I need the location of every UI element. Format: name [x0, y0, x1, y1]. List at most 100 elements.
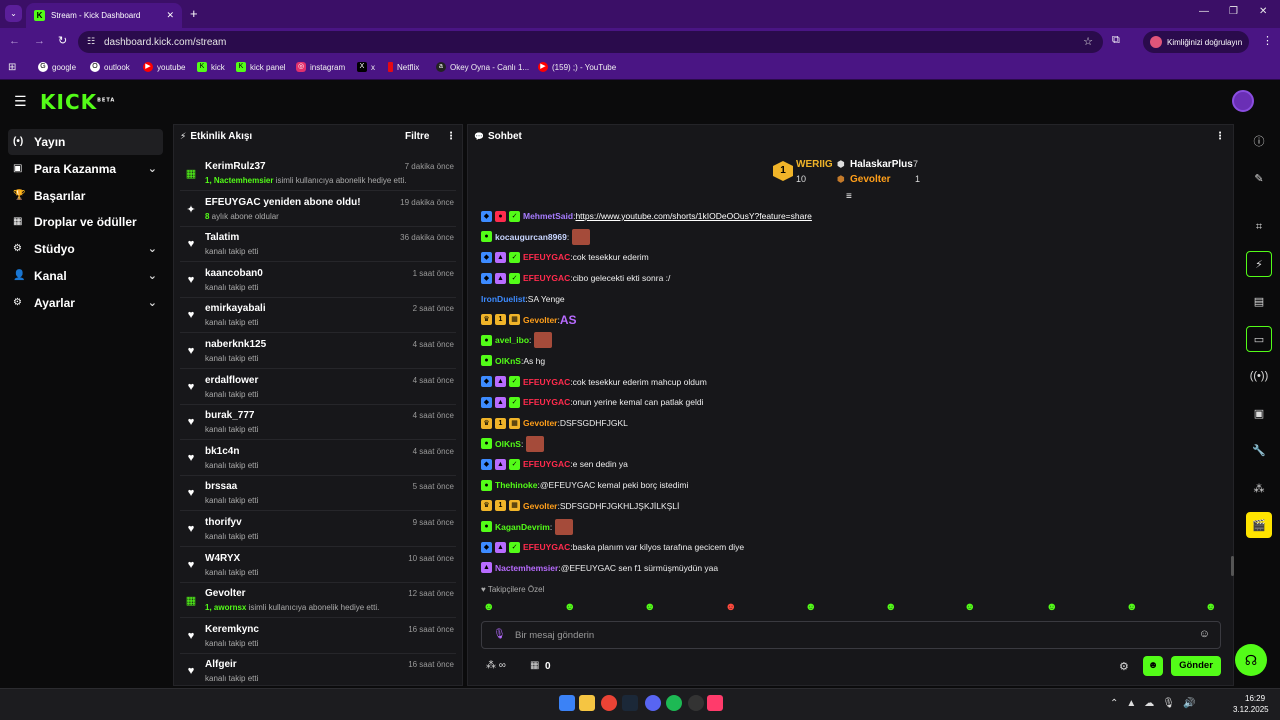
activity-event[interactable]: ▦ Gevolter 1, awornsx isimli kullanıcıya a…: [180, 584, 456, 619]
chat-username[interactable]: EFEUYGAC: [523, 273, 570, 283]
chat-username[interactable]: EFEUYGAC: [523, 377, 570, 387]
chevron-down-icon[interactable]: ⌄: [148, 162, 157, 175]
spotify-icon[interactable]: [666, 695, 682, 711]
activity-event[interactable]: ✦ EFEUYGAC yeniden abone oldu! 8 aylık abo…: [180, 193, 456, 227]
sidebar-item-başarılar[interactable]: 🏆 Başarılar: [8, 183, 163, 209]
tab-search-button[interactable]: ⌄: [5, 5, 22, 22]
new-tab-button[interactable]: +: [190, 6, 198, 21]
activity-event[interactable]: ♥ bk1c4n kanalı takip etti 4 saat önce: [180, 442, 456, 476]
bookmark-kick[interactable]: Kkick: [197, 59, 225, 75]
activity-event[interactable]: ♥ emirkayabali kanalı takip etti 2 saat önc…: [180, 299, 456, 334]
chat-settings-icon[interactable]: ⚙: [1119, 660, 1129, 673]
bookmark-youtube[interactable]: ▶ youtube: [143, 59, 185, 75]
bookmark-kick-panel[interactable]: Kkick panel: [236, 59, 286, 75]
chat-message-link[interactable]: https://www.youtube.com/shorts/1kIODeOOu…: [575, 211, 811, 221]
discord-icon[interactable]: [645, 695, 661, 711]
bookmark-netflix[interactable]: Netflix: [388, 59, 419, 75]
browser-menu-icon[interactable]: ⋮: [1262, 34, 1273, 47]
sidebar-item-kanal[interactable]: 👤 Kanal ⌄: [8, 263, 163, 289]
broadcast-signal-icon[interactable]: ((•)): [1246, 363, 1272, 389]
chat-username[interactable]: Thehinoke: [495, 480, 538, 490]
bookmark-x[interactable]: Xx: [357, 59, 375, 75]
browser-tab[interactable]: K Stream - Kick Dashboard ✕: [26, 3, 182, 28]
activity-event[interactable]: ♥ naberknk125 kanalı takip etti 4 saat önce: [180, 335, 456, 369]
chevron-down-icon[interactable]: ⌄: [148, 242, 157, 255]
store-icon[interactable]: ▦: [530, 660, 539, 671]
chat-toggle-icon[interactable]: ▭: [1246, 326, 1272, 352]
activity-event[interactable]: ♥ thorifyv kanalı takip etti 9 saat önce: [180, 513, 456, 547]
wrench-icon[interactable]: 🔧: [1246, 437, 1272, 463]
maximize-button[interactable]: ❐: [1229, 6, 1238, 17]
chat-input[interactable]: 🎙 Bir mesaj gönderin ☺: [481, 621, 1221, 649]
kick-logo[interactable]: KICKBETA: [40, 90, 115, 114]
kick-emote-button[interactable]: ☻: [1143, 656, 1163, 676]
tray-icons[interactable]: ⌃▲☁🎙🔊: [1110, 698, 1203, 709]
chat-username[interactable]: MehmetSaid: [523, 211, 573, 221]
chat-username[interactable]: EFEUYGAC: [523, 542, 570, 552]
chat-username[interactable]: Gevolter: [523, 418, 558, 428]
support-chat-button[interactable]: ☊: [1235, 644, 1267, 676]
microphone-icon[interactable]: 🎙: [493, 629, 506, 640]
bookmark-star-icon[interactable]: ☆: [1083, 35, 1093, 48]
activity-event[interactable]: ♥ burak_777 kanalı takip etti 4 saat önce: [180, 406, 456, 441]
quick-emote-icon[interactable]: ☻: [1205, 601, 1217, 613]
url-field[interactable]: ☷ dashboard.kick.com/stream ☆: [78, 31, 1103, 53]
bookmark-google[interactable]: Ggoogle: [38, 59, 76, 75]
quick-emote-icon[interactable]: ☻: [725, 601, 737, 613]
bookmark-youtube-video[interactable]: ▶ (159) ;) - YouTube: [538, 59, 616, 75]
mod-tools-icon[interactable]: ▣: [1246, 400, 1272, 426]
quick-emote-icon[interactable]: ☻: [885, 601, 897, 613]
send-button[interactable]: Gönder: [1171, 656, 1221, 676]
chat-username[interactable]: Gevolter: [523, 501, 558, 511]
quick-emote-icon[interactable]: ☻: [964, 601, 976, 613]
leaderboard-expand-icon[interactable]: ≡: [846, 191, 852, 202]
edit-icon[interactable]: ✎: [1246, 165, 1272, 191]
bookmark-outlook[interactable]: Ooutlook: [90, 59, 130, 75]
sidebar-item-para-kazanma[interactable]: ▣ Para Kazanma ⌄: [8, 156, 163, 182]
drops-icon[interactable]: ⁂: [1246, 475, 1272, 501]
user-avatar[interactable]: [1232, 90, 1254, 112]
filter-button[interactable]: Filtre: [405, 131, 429, 142]
activity-menu-icon[interactable]: ⋮: [446, 131, 456, 142]
chat-username[interactable]: OlKnS: [495, 439, 521, 449]
quick-emote-icon[interactable]: ☻: [644, 601, 656, 613]
sidebar-item-ayarlar[interactable]: ⚙ Ayarlar ⌄: [8, 290, 163, 316]
chevron-down-icon[interactable]: ⌄: [148, 296, 157, 309]
steam-icon[interactable]: [622, 695, 638, 711]
chat-username[interactable]: avel_ibo: [495, 335, 529, 345]
sidebar-item-yayın[interactable]: (•) Yayın: [8, 129, 163, 155]
sidebar-item-droplar-ve-ödüller[interactable]: ▦ Droplar ve ödüller: [8, 209, 163, 235]
quick-emote-icon[interactable]: ☻: [805, 601, 817, 613]
quick-emote-icon[interactable]: ☻: [564, 601, 576, 613]
windows-start-icon[interactable]: [559, 695, 575, 711]
activity-event[interactable]: ♥ W4RYX kanalı takip etti 10 saat önce: [180, 549, 456, 583]
emoji-icon[interactable]: ☺: [1199, 628, 1210, 640]
chat-username[interactable]: kocaugurcan8969: [495, 232, 567, 242]
verify-identity-button[interactable]: Kimliğinizi doğrulayın: [1143, 31, 1249, 53]
chat-username[interactable]: EFEUYGAC: [523, 397, 570, 407]
reload-button[interactable]: ↻: [58, 34, 67, 47]
quick-emote-icon[interactable]: ☻: [1126, 601, 1138, 613]
channel-points-icon[interactable]: ⁂ ∞: [486, 660, 506, 671]
file-explorer-icon[interactable]: [579, 695, 595, 711]
quick-emote-icon[interactable]: ☻: [483, 601, 495, 613]
activity-event[interactable]: ♥ erdalflower kanalı takip etti 4 saat önce: [180, 371, 456, 405]
forward-button[interactable]: →: [34, 35, 45, 47]
site-info-icon[interactable]: ☷: [87, 36, 95, 47]
chat-menu-icon[interactable]: ⋮: [1215, 131, 1225, 142]
activity-event[interactable]: ♥ brssaa kanalı takip etti 5 saat önce: [180, 477, 456, 512]
hamburger-menu-icon[interactable]: ☰: [14, 93, 27, 110]
chat-username[interactable]: IronDuelist: [481, 294, 525, 304]
info-icon[interactable]: ⓘ: [1246, 128, 1272, 154]
chat-username[interactable]: Nactemhemsier: [495, 563, 558, 573]
sidebar-item-stüdyo[interactable]: ⚙ Stüdyo ⌄: [8, 236, 163, 262]
chat-username[interactable]: KaganDevrim: [495, 522, 550, 532]
chevron-down-icon[interactable]: ⌄: [148, 269, 157, 282]
activity-event[interactable]: ♥ Talatim kanalı takip etti 36 dakika önce: [180, 228, 456, 263]
screenshot-icon[interactable]: ⌗: [1246, 214, 1272, 240]
chat-username[interactable]: EFEUYGAC: [523, 459, 570, 469]
activity-lightning-icon[interactable]: ⚡: [1246, 251, 1272, 277]
quick-emote-icon[interactable]: ☻: [1046, 601, 1058, 613]
activity-event[interactable]: ▦ KerimRulz37 1, Nactemhemsier isimli kull…: [180, 157, 456, 191]
activity-event[interactable]: ♥ kaancoban0 kanalı takip etti 1 saat önce: [180, 264, 456, 298]
